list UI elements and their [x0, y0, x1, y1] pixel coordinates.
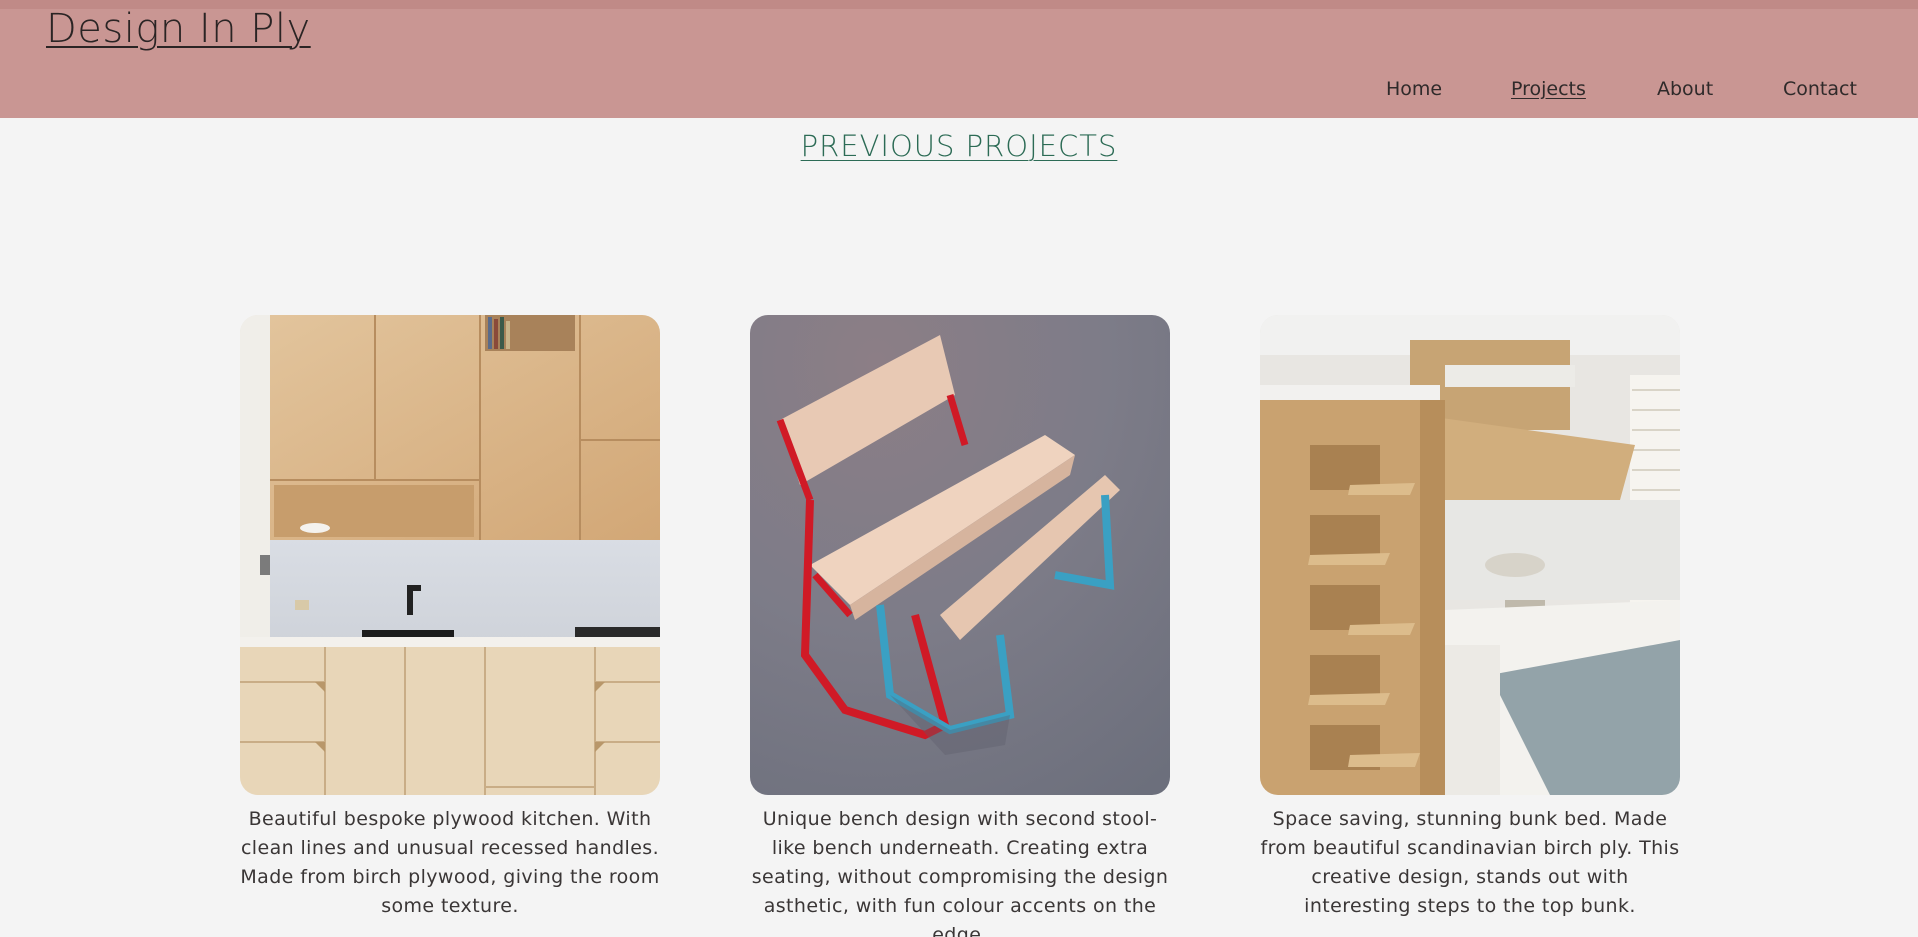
project-card-bench: Unique bench design with second stool-li… — [750, 315, 1170, 937]
project-image-bunk-bed[interactable] — [1260, 315, 1680, 795]
nav-about[interactable]: About — [1657, 78, 1713, 100]
kitchen-photo — [240, 315, 660, 795]
nav-contact[interactable]: Contact — [1783, 78, 1857, 100]
page-title-text: PREVIOUS PROJECTS — [800, 129, 1118, 163]
project-caption-bench: Unique bench design with second stool-li… — [751, 808, 1169, 937]
site-logo[interactable]: Design In Ply — [46, 6, 311, 52]
page-title: PREVIOUS PROJECTS — [0, 126, 1918, 164]
nav-home[interactable]: Home — [1386, 78, 1442, 100]
project-image-bench[interactable] — [750, 315, 1170, 795]
main-nav: Home Projects About Contact — [0, 78, 1918, 104]
project-image-kitchen[interactable] — [240, 315, 660, 795]
bench-photo — [750, 315, 1170, 795]
nav-projects[interactable]: Projects — [1511, 78, 1586, 100]
bunk-bed-photo — [1260, 315, 1680, 795]
project-caption-kitchen: Beautiful bespoke plywood kitchen. With … — [240, 808, 660, 917]
project-card-bunk-bed: Space saving, stunning bunk bed. Made fr… — [1260, 315, 1680, 921]
site-header: Design In Ply Home Projects About Contac… — [0, 0, 1918, 118]
project-card-kitchen: Beautiful bespoke plywood kitchen. With … — [240, 315, 660, 921]
project-caption-bunk-bed: Space saving, stunning bunk bed. Made fr… — [1260, 808, 1680, 917]
